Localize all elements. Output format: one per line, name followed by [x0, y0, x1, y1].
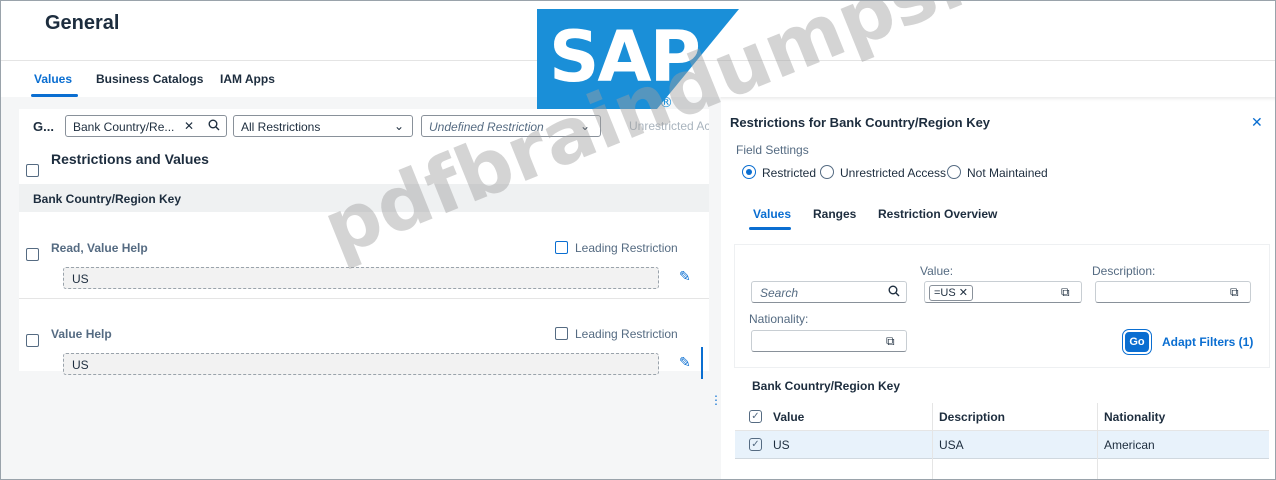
detail-panel-title: Restrictions for Bank Country/Region Key: [730, 115, 991, 130]
adapt-filters-button[interactable]: Adapt Filters (1): [1162, 335, 1253, 349]
restriction-filter-value: All Restrictions: [241, 120, 321, 134]
radio-not-maintained[interactable]: [947, 165, 961, 179]
row-checkbox[interactable]: [26, 248, 39, 261]
search-placeholder: Search: [760, 286, 799, 300]
nationality-filter-input[interactable]: ⧉: [751, 330, 907, 352]
close-icon[interactable]: ✕: [1251, 114, 1263, 131]
description-filter-label: Description:: [1092, 264, 1156, 278]
field-filter-input[interactable]: Bank Country/Re... ✕: [65, 115, 227, 137]
go-button[interactable]: Go: [1125, 332, 1149, 352]
token-remove-icon[interactable]: ✕: [959, 287, 968, 299]
search-icon[interactable]: [208, 119, 220, 134]
tab-values[interactable]: Values: [34, 72, 72, 86]
edit-pencil-icon[interactable]: ✎: [679, 268, 691, 285]
value-help-icon[interactable]: ⧉: [1230, 285, 1239, 300]
app-window: General Values Business Catalogs IAM App…: [0, 0, 1276, 480]
field-filter-value: Bank Country/Re...: [73, 120, 175, 134]
restriction-value: US: [72, 272, 89, 286]
value-token[interactable]: =US ✕: [929, 285, 973, 301]
empty-row: [735, 459, 1269, 479]
restriction-type-value: Undefined Restriction: [429, 120, 544, 134]
select-all-checkbox[interactable]: [26, 164, 39, 177]
leading-restriction-label: Leading Restriction: [575, 241, 678, 255]
cell-description: USA: [939, 438, 964, 452]
value-filter-input[interactable]: =US ✕ ⧉: [924, 281, 1082, 303]
chevron-down-icon: ⌄: [394, 119, 405, 133]
page-title: General: [45, 12, 120, 34]
clear-icon[interactable]: ✕: [184, 119, 194, 133]
restriction-row-label: Value Help: [51, 327, 112, 341]
restrictions-detail-panel: Restrictions for Bank Country/Region Key…: [721, 109, 1275, 479]
field-settings-label: Field Settings: [736, 143, 809, 157]
column-divider: [1097, 403, 1098, 479]
row-selection-marker: [701, 347, 703, 379]
restrictions-list-card: G... Bank Country/Re... ✕ All Restrictio…: [19, 109, 735, 379]
subtab-values[interactable]: Values: [753, 207, 791, 221]
radio-unrestricted-access[interactable]: [820, 165, 834, 179]
value-filter-label: Value:: [920, 264, 954, 278]
column-header-description[interactable]: Description: [939, 410, 1005, 424]
subtab-restriction-overview[interactable]: Restriction Overview: [878, 207, 997, 221]
radio-not-maintained-label: Not Maintained: [967, 166, 1048, 180]
column-header-nationality[interactable]: Nationality: [1104, 410, 1165, 424]
select-all-checkbox[interactable]: ✓: [749, 410, 762, 423]
sap-logo: SAP ®: [537, 9, 739, 111]
restriction-row-label: Read, Value Help: [51, 241, 148, 255]
leading-restriction-checkbox[interactable]: [555, 241, 568, 254]
cell-nationality: American: [1104, 438, 1155, 452]
value-token-text: =US: [934, 287, 956, 299]
nationality-filter-label: Nationality:: [749, 312, 809, 326]
tab-business-catalogs[interactable]: Business Catalogs: [96, 72, 203, 86]
group-label: G...: [33, 119, 54, 134]
row-checkbox[interactable]: ✓: [749, 438, 762, 451]
value-help-icon[interactable]: ⧉: [886, 334, 895, 349]
restriction-value-field[interactable]: US: [63, 267, 659, 289]
restrictions-title: Restrictions and Values: [51, 151, 209, 167]
description-filter-input[interactable]: ⧉: [1095, 281, 1251, 303]
restriction-value: US: [72, 358, 89, 372]
restrictions-header: Restrictions and Values: [19, 149, 709, 179]
row-separator: [19, 298, 709, 299]
restriction-type-select[interactable]: Undefined Restriction ⌄: [421, 115, 601, 137]
logo-text: SAP: [549, 16, 699, 98]
value-help-icon[interactable]: ⧉: [1061, 285, 1070, 300]
tab-iam-apps[interactable]: IAM Apps: [220, 72, 275, 86]
leading-restriction-label: Leading Restriction: [575, 327, 678, 341]
edit-pencil-icon[interactable]: ✎: [679, 354, 691, 371]
active-subtab-indicator: [749, 227, 791, 230]
restriction-value-field[interactable]: US: [63, 353, 659, 375]
radio-restricted[interactable]: [742, 165, 756, 179]
key-group-label: Bank Country/Region Key: [33, 192, 182, 206]
panel-splitter[interactable]: [709, 97, 721, 479]
radio-restricted-label: Restricted: [762, 166, 817, 180]
cell-value: US: [773, 438, 790, 452]
search-icon[interactable]: [888, 285, 900, 300]
subtab-ranges[interactable]: Ranges: [813, 207, 856, 221]
leading-restriction-checkbox[interactable]: [555, 327, 568, 340]
table-title: Bank Country/Region Key: [752, 379, 901, 393]
search-input[interactable]: Search: [751, 281, 907, 303]
radio-unrestricted-access-label: Unrestricted Access: [840, 166, 947, 180]
left-panel: G... Bank Country/Re... ✕ All Restrictio…: [1, 97, 735, 479]
key-group-header: Bank Country/Region Key: [19, 184, 709, 212]
chevron-down-icon: ⌄: [580, 119, 591, 133]
table-header-row: ✓ Value Description Nationality: [735, 403, 1269, 431]
table-row[interactable]: ✓ US USA American: [735, 431, 1269, 459]
restriction-filter-select[interactable]: All Restrictions ⌄: [233, 115, 413, 137]
column-divider: [932, 403, 933, 479]
filter-toolbar: G... Bank Country/Re... ✕ All Restrictio…: [19, 109, 735, 143]
column-header-value[interactable]: Value: [773, 410, 804, 424]
registered-mark: ®: [659, 95, 673, 109]
row-checkbox[interactable]: [26, 334, 39, 347]
